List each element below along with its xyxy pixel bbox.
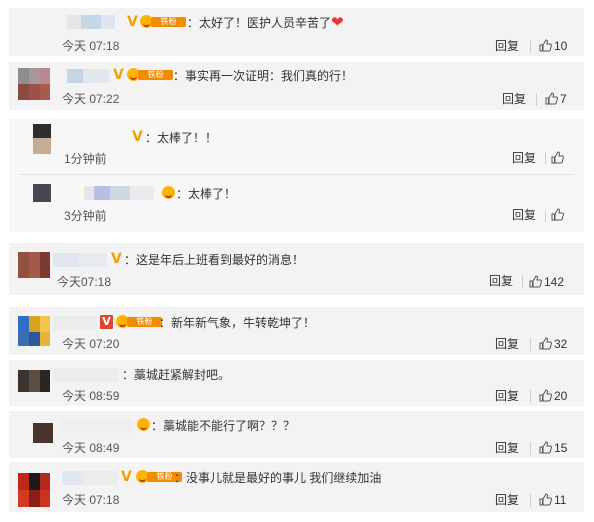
thumbs-up-icon — [529, 275, 542, 288]
divider — [530, 338, 531, 351]
like-button[interactable]: 11 — [539, 493, 566, 507]
vip-v-icon: V — [113, 67, 124, 83]
comment-time: 3分钟前 — [64, 209, 107, 223]
divider — [530, 390, 531, 403]
avatar[interactable] — [18, 473, 50, 507]
divider — [545, 152, 546, 165]
thumbs-up-icon — [545, 92, 558, 105]
avatar[interactable] — [18, 68, 50, 100]
comment-card: V 铁粉 ：事实再一次证明：我们真的行！ 今天 07:22 回复 7 — [9, 62, 584, 110]
reply-thread: V ：太棒了！！ 1分钟前 回复 ：太棒了！ 3分钟前 回复 — [9, 118, 584, 232]
comment-text: ：没事儿就是最好的事儿 我们继续加油 — [174, 471, 382, 485]
fan-badge-icon — [137, 418, 151, 431]
divider — [522, 275, 523, 288]
comment-text: ：事实再一次证明：我们真的行！ — [173, 69, 354, 83]
username[interactable] — [84, 186, 156, 200]
like-button[interactable] — [551, 208, 566, 222]
thumbs-up-icon — [539, 441, 552, 454]
like-button[interactable]: 20 — [539, 389, 567, 403]
comment-card: ：藁城赶紧解封吧。 今天 08:59 回复 20 — [9, 360, 584, 406]
vip-v-icon: V — [132, 129, 143, 145]
comment-time: 今天 07:20 — [62, 337, 120, 351]
thumbs-up-icon — [551, 151, 564, 164]
like-button[interactable]: 32 — [539, 337, 567, 351]
comment-time: 1分钟前 — [64, 152, 107, 166]
comment-text: ：藁城能不能行了啊？？？ — [151, 419, 296, 433]
username[interactable] — [62, 471, 120, 485]
comment-card: V 铁粉 ：新年新气象，牛转乾坤了！ 今天 07:20 回复 32 — [9, 307, 584, 355]
vip-v-icon: V — [127, 14, 138, 30]
comment-card: V 铁粉 ：太好了！医护人员辛苦了❤ 今天 07:18 回复 10 — [9, 8, 584, 56]
like-button[interactable]: 15 — [539, 441, 567, 455]
heart-emoji: ❤ — [331, 14, 344, 31]
comment-card: V 铁粉 ：没事儿就是最好的事儿 我们继续加油 今天 07:18 回复 11 — [9, 462, 584, 512]
comment-time: 今天07:18 — [57, 275, 112, 289]
vip-v-icon: V — [100, 315, 113, 329]
avatar[interactable] — [33, 124, 51, 154]
divider — [530, 442, 531, 455]
fan-badge-icon: 铁粉 — [116, 315, 164, 328]
like-button[interactable]: 142 — [529, 275, 564, 289]
reply-button[interactable]: 回复 — [495, 441, 519, 455]
username[interactable] — [53, 368, 119, 382]
avatar[interactable] — [33, 423, 53, 443]
divider — [530, 40, 531, 53]
thumbs-up-icon — [551, 208, 564, 221]
username[interactable] — [53, 316, 97, 330]
reply-button[interactable]: 回复 — [489, 274, 513, 288]
comment-time: 今天 07:18 — [62, 39, 120, 53]
comment-card: ：藁城能不能行了啊？？？ 今天 08:49 回复 15 — [9, 411, 584, 458]
fan-badge-icon: 铁粉 — [127, 68, 175, 81]
thumbs-up-icon — [539, 389, 552, 402]
divider — [530, 494, 531, 507]
avatar[interactable] — [18, 252, 50, 278]
reply-button[interactable]: 回复 — [495, 39, 519, 53]
avatar[interactable] — [33, 184, 51, 202]
comment-text: ：新年新气象，牛转乾坤了！ — [159, 316, 316, 330]
reply-button[interactable]: 回复 — [495, 389, 519, 403]
divider — [545, 209, 546, 222]
comment-time: 今天 08:59 — [62, 389, 120, 403]
avatar[interactable] — [18, 316, 50, 346]
username[interactable] — [67, 15, 127, 29]
reply-button[interactable]: 回复 — [495, 337, 519, 351]
comment-text: ：这是年后上班看到最好的消息！ — [124, 253, 305, 267]
avatar[interactable] — [18, 16, 50, 48]
comment-time: 今天 07:18 — [62, 493, 120, 507]
fan-badge-icon — [162, 186, 176, 199]
reply-button[interactable]: 回复 — [495, 493, 519, 507]
thumbs-up-icon — [539, 39, 552, 52]
separator — [19, 174, 574, 175]
comment-text: ：太棒了！ — [176, 187, 237, 201]
reply-button[interactable]: 回复 — [512, 151, 536, 165]
username[interactable] — [53, 253, 109, 267]
comment-time: 今天 07:22 — [62, 92, 120, 106]
comment-time: 今天 08:49 — [62, 441, 120, 455]
thumbs-up-icon — [539, 493, 552, 506]
comment-text: ：藁城赶紧解封吧。 — [122, 368, 231, 382]
vip-v-icon: V — [121, 469, 132, 485]
username[interactable] — [61, 419, 133, 433]
fan-badge-icon: 铁粉 — [140, 15, 188, 28]
vip-v-icon: V — [111, 251, 122, 267]
comment-text: ：太棒了！！ — [145, 131, 218, 145]
like-button[interactable]: 10 — [539, 39, 567, 53]
like-button[interactable] — [551, 151, 566, 165]
divider — [536, 93, 537, 106]
thumbs-up-icon — [539, 337, 552, 350]
username[interactable] — [67, 69, 117, 83]
reply-button[interactable]: 回复 — [502, 92, 526, 106]
avatar[interactable] — [18, 370, 50, 392]
comment-text: ：太好了！医护人员辛苦了❤ — [187, 14, 344, 31]
reply-button[interactable]: 回复 — [512, 208, 536, 222]
comment-card: V ：这是年后上班看到最好的消息！ 今天07:18 回复 142 — [9, 243, 584, 295]
like-button[interactable]: 7 — [545, 92, 567, 106]
